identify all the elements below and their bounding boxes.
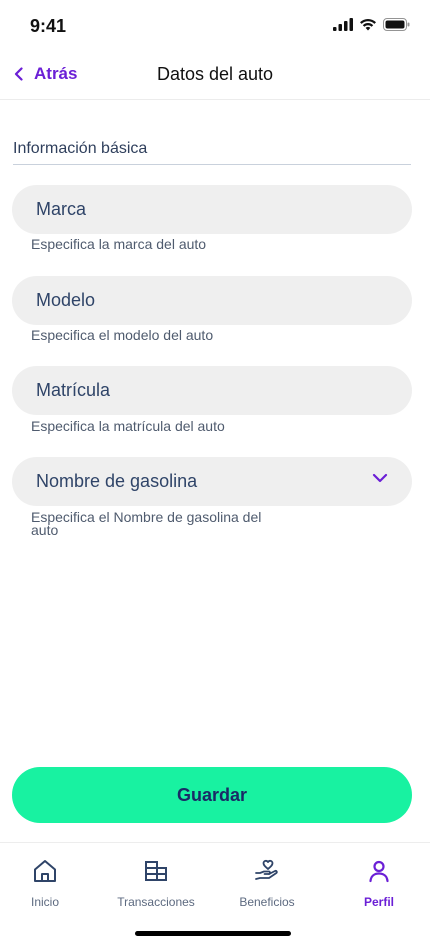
license-plate-field-hint: Especifica la matrícula del auto: [31, 418, 225, 434]
section-title: Información básica: [13, 140, 148, 157]
home-icon: [31, 857, 59, 885]
status-bar: 9:41: [0, 0, 430, 52]
brand-field-placeholder: Marca: [36, 199, 87, 219]
chevron-left-icon: [14, 67, 23, 81]
tab-beneficios-label: Beneficios: [239, 895, 295, 909]
brand-field-hint: Especifica la marca del auto: [31, 236, 207, 252]
chevron-down-icon: [372, 473, 388, 483]
status-icons: [333, 18, 410, 31]
profile-icon: [365, 857, 393, 885]
save-button-label: Guardar: [176, 784, 248, 805]
model-field-placeholder: Modelo: [36, 290, 96, 310]
navigation-header: Datos del auto Atrás: [0, 52, 430, 100]
tab-transacciones[interactable]: Transacciones: [106, 857, 206, 909]
transactions-icon: [142, 857, 170, 885]
fuel-type-hint-line2: auto: [31, 522, 59, 538]
license-plate-field[interactable]: Matrícula: [12, 366, 412, 415]
model-field[interactable]: Modelo: [12, 276, 412, 325]
tab-inicio[interactable]: Inicio: [0, 857, 95, 909]
brand-field[interactable]: Marca: [12, 185, 412, 234]
benefits-icon: [253, 857, 281, 885]
model-field-hint: Especifica el modelo del auto: [31, 327, 214, 343]
tab-perfil[interactable]: Perfil: [329, 857, 429, 909]
back-button[interactable]: Atrás: [14, 64, 77, 84]
fuel-type-hint: Especifica el Nombre de gasolina del aut…: [31, 509, 262, 538]
tab-inicio-label: Inicio: [30, 895, 59, 909]
save-button[interactable]: Guardar: [12, 767, 412, 823]
fuel-type-hint-line1: Especifica el Nombre de gasolina del: [31, 509, 262, 525]
battery-icon: [383, 18, 410, 31]
section-divider: [13, 164, 411, 165]
status-time: 9:41: [30, 16, 67, 36]
fuel-type-select[interactable]: Nombre de gasolina: [12, 457, 412, 506]
tab-perfil-label: Perfil: [363, 895, 394, 909]
wifi-icon: [360, 18, 376, 31]
fuel-type-select-placeholder: Nombre de gasolina: [36, 471, 198, 491]
back-label: Atrás: [34, 64, 78, 83]
tab-beneficios[interactable]: Beneficios: [217, 857, 317, 909]
license-plate-field-placeholder: Matrícula: [36, 380, 111, 400]
tab-transacciones-label: Transacciones: [117, 895, 195, 909]
home-indicator: [135, 931, 291, 936]
signal-icon: [333, 18, 353, 31]
